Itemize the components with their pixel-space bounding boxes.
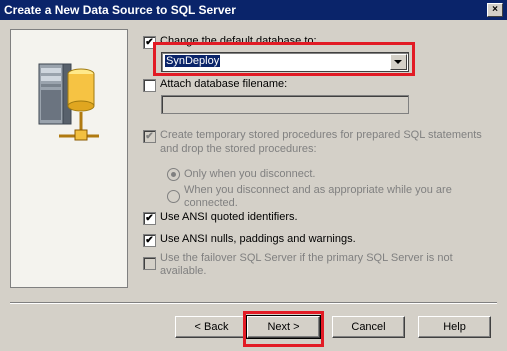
- temp-procs-label-line2: and drop the stored procedures:: [160, 143, 317, 155]
- failover-checkbox[interactable]: [143, 257, 156, 270]
- radio-when-disconnect-label-line2: connected.: [184, 197, 238, 209]
- failover-label-line1: Use the failover SQL Server if the prima…: [160, 252, 453, 264]
- back-button[interactable]: < Back: [175, 316, 248, 338]
- radio-when-disconnect[interactable]: [167, 190, 180, 203]
- radio-only-disconnect[interactable]: [167, 168, 180, 181]
- title-bar: Create a New Data Source to SQL Server ×: [0, 0, 507, 20]
- radio-only-disconnect-label: Only when you disconnect.: [184, 168, 316, 180]
- combobox-highlight-box: [153, 42, 415, 76]
- radio-when-disconnect-label-line1: When you disconnect and as appropriate w…: [184, 184, 452, 196]
- attach-db-checkbox[interactable]: [143, 79, 156, 92]
- temp-procs-label-line1: Create temporary stored procedures for p…: [160, 129, 482, 141]
- temp-procs-checkbox[interactable]: ✔: [143, 130, 156, 143]
- failover-label-line2: available.: [160, 265, 207, 277]
- button-separator: [10, 302, 497, 304]
- radio-selected-dot: [171, 172, 176, 177]
- window-title: Create a New Data Source to SQL Server: [4, 3, 236, 17]
- ansi-nulls-checkbox[interactable]: ✔: [143, 234, 156, 247]
- ansi-nulls-label: Use ANSI nulls, paddings and warnings.: [160, 233, 356, 245]
- ansi-quoted-label: Use ANSI quoted identifiers.: [160, 211, 298, 223]
- close-button[interactable]: ×: [487, 3, 503, 17]
- attach-db-label: Attach database filename:: [160, 78, 288, 90]
- attach-db-filename-input[interactable]: [161, 95, 409, 114]
- wizard-image-panel: [10, 29, 128, 288]
- help-button[interactable]: Help: [418, 316, 491, 338]
- ansi-quoted-checkbox[interactable]: ✔: [143, 212, 156, 225]
- server-database-icon: [38, 63, 99, 141]
- cancel-button[interactable]: Cancel: [332, 316, 405, 338]
- next-button-highlight-box: [243, 311, 324, 347]
